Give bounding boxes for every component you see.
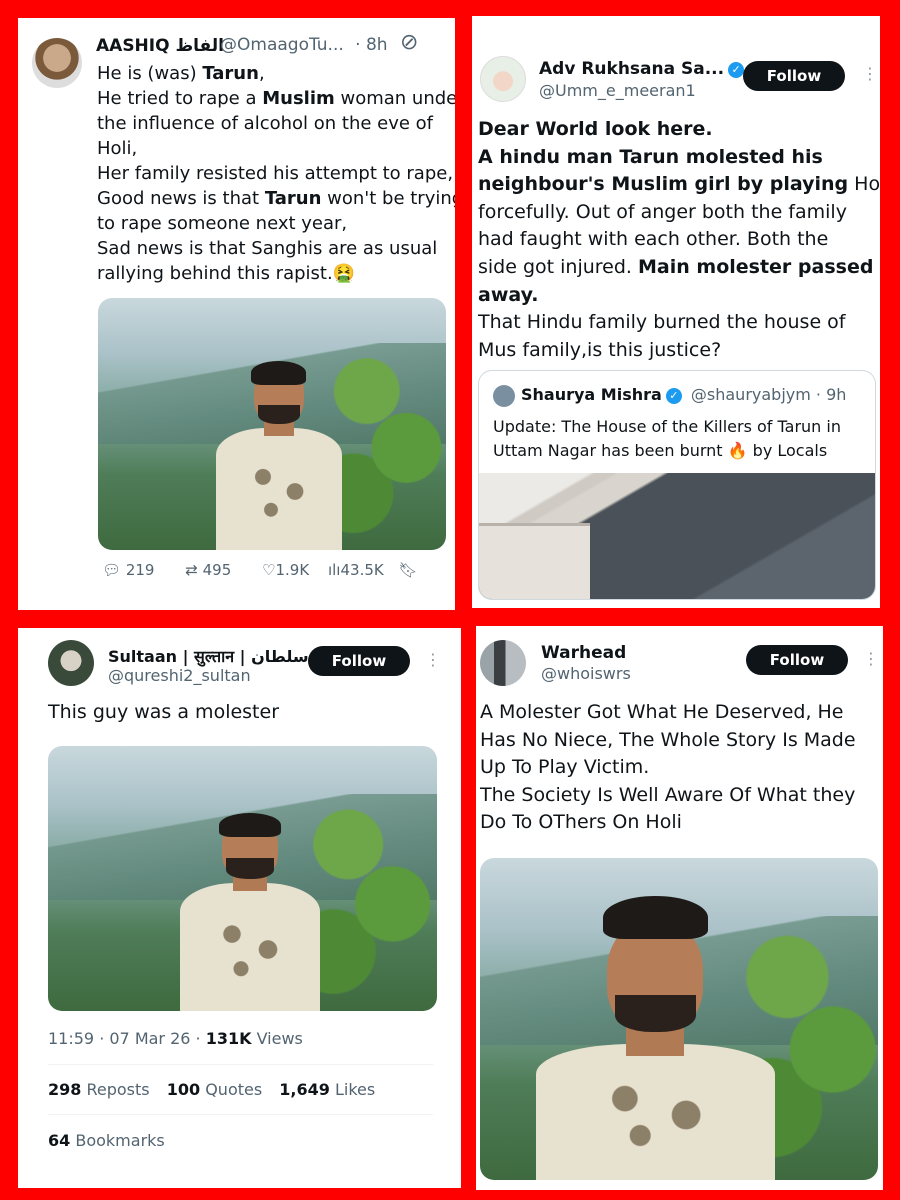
- grok-icon[interactable]: ⊘: [400, 32, 418, 54]
- tweet-line: Good news is that Tarun won't be trying: [97, 188, 455, 209]
- tweet-text: He is (was) Tarun, He tried to rape a Mu…: [97, 61, 455, 286]
- tweet-rukhsana: Adv Rukhsana Sa... ✓ @Umm_e_meeran1 Follo…: [472, 16, 880, 608]
- verified-badge-icon: ✓: [665, 388, 682, 404]
- tweet-text: A Molester Got What He Deserved, He Has …: [480, 699, 856, 837]
- tweet-line: to rape someone next year,: [97, 213, 348, 234]
- quoted-display-name: Shaurya Mishra: [521, 385, 662, 404]
- tweet-line: neighbour's Muslim girl by playing Holi: [478, 173, 880, 196]
- divider: [48, 1064, 433, 1065]
- quoted-tweet[interactable]: Shaurya Mishra ✓ @shauryabjym · 9h Update…: [478, 370, 876, 600]
- tweet-line: had faught with each other. Both the: [478, 228, 829, 251]
- handle[interactable]: @qureshi2_sultan: [108, 666, 251, 685]
- avatar[interactable]: [32, 38, 82, 88]
- display-name[interactable]: Sultaan | सुल्तान | سلطان: [108, 645, 309, 667]
- avatar: [493, 385, 515, 407]
- tweet-line: Sad news is that Sanghis are as usual: [97, 238, 438, 259]
- tweet-line: Dear World look here.: [478, 118, 713, 140]
- tweet-line: Has No Niece, The Whole Story Is Made: [480, 728, 856, 751]
- avatar[interactable]: [480, 56, 526, 102]
- tweet-photo[interactable]: [98, 298, 446, 550]
- handle[interactable]: @whoiswrs: [541, 664, 631, 683]
- views-icon: ılı: [327, 561, 341, 579]
- tweet-aashiq: AASHIQ الفاظ @OmaagoTu... · 8h ⊘ He is (…: [18, 18, 455, 610]
- tweet-line: Holi,: [97, 138, 138, 159]
- handle[interactable]: @OmaagoTu...: [220, 35, 344, 55]
- views-button[interactable]: ılı43.5K: [328, 561, 384, 579]
- more-icon[interactable]: ⋮: [862, 66, 878, 82]
- bookmark-icon[interactable]: 🔖︎: [399, 561, 418, 579]
- tweet-sultaan: Sultaan | सुल्तान | سلطان @qureshi2_sult…: [18, 628, 461, 1188]
- tweet-line: The Society Is Well Aware Of What they: [480, 783, 856, 806]
- quoted-time: · 9h: [815, 385, 847, 404]
- tweet-line: rallying behind this rapist.🤮: [97, 263, 356, 284]
- more-icon[interactable]: ⋮: [425, 652, 441, 668]
- tweet-line: A Molester Got What He Deserved, He: [480, 701, 844, 723]
- display-name[interactable]: AASHIQ الفاظ: [96, 36, 224, 56]
- quoted-text: Update: The House of the Killers of Taru…: [493, 417, 841, 460]
- verified-badge-icon: ✓: [728, 62, 745, 78]
- tweet-warhead: Warhead @whoiswrs Follow ⋮ A Molester Go…: [476, 626, 883, 1190]
- tweet-line: He tried to rape a Muslim woman under: [97, 88, 455, 109]
- tweet-line: forcefully. Out of anger both the family: [478, 200, 847, 223]
- like-button[interactable]: ♡1.9K: [262, 561, 309, 579]
- repost-icon: ⇄: [185, 561, 198, 579]
- divider: [48, 1114, 433, 1115]
- tweet-line: He is (was) Tarun,: [97, 63, 265, 84]
- quoted-photo: [479, 473, 875, 599]
- quotes-link[interactable]: 100 Quotes: [167, 1080, 262, 1099]
- quoted-handle: @shauryabjym: [690, 385, 811, 404]
- avatar[interactable]: [48, 640, 94, 686]
- bookmarks-link[interactable]: 64 Bookmarks: [48, 1131, 165, 1150]
- avatar[interactable]: [480, 640, 526, 686]
- reply-button[interactable]: 💬︎ 219: [102, 561, 154, 579]
- reposts-link[interactable]: 298 Reposts: [48, 1080, 150, 1099]
- engagement-stats: 298 Reposts 100 Quotes 1,649 Likes: [48, 1080, 375, 1099]
- follow-button[interactable]: Follow: [308, 646, 410, 676]
- reply-icon: 💬︎: [102, 561, 122, 579]
- tweet-line: Up To Play Victim.: [480, 756, 650, 779]
- repost-button[interactable]: ⇄ 495: [185, 561, 231, 579]
- handle[interactable]: @Umm_e_meeran1: [539, 81, 696, 100]
- tweet-photo[interactable]: [480, 858, 878, 1180]
- heart-icon: ♡: [262, 561, 276, 579]
- tweet-photo[interactable]: [48, 746, 437, 1011]
- more-icon[interactable]: ⋮: [863, 651, 879, 667]
- action-bar: 💬︎ 219 ⇄ 495 ♡1.9K ılı43.5K 🔖︎: [102, 561, 418, 579]
- tweet-line: A hindu man Tarun molested his: [478, 145, 823, 168]
- likes-link[interactable]: 1,649 Likes: [279, 1080, 375, 1099]
- tweet-timestamp: 11:59 · 07 Mar 26 · 131K Views: [48, 1029, 303, 1048]
- tweet-line: Mus family,is this justice?: [478, 338, 722, 361]
- tweet-line: the influence of alcohol on the eve of: [97, 113, 434, 134]
- tweet-line: away.: [478, 283, 539, 306]
- follow-button[interactable]: Follow: [743, 61, 845, 91]
- follow-button[interactable]: Follow: [746, 645, 848, 675]
- tweet-line: That Hindu family burned the house of: [478, 311, 846, 334]
- tweet-text: Dear World look here. A hindu man Tarun …: [478, 116, 880, 364]
- display-name[interactable]: Adv Rukhsana Sa...: [539, 59, 724, 79]
- tweet-line: side got injured. Main molester passed: [478, 255, 874, 278]
- display-name[interactable]: Warhead: [541, 643, 626, 663]
- tweet-line: Her family resisted his attempt to rape,: [97, 163, 454, 184]
- tweet-text: This guy was a molester: [48, 701, 280, 723]
- timestamp[interactable]: · 8h: [355, 35, 387, 55]
- tweet-line: Do To OThers On Holi: [480, 811, 682, 834]
